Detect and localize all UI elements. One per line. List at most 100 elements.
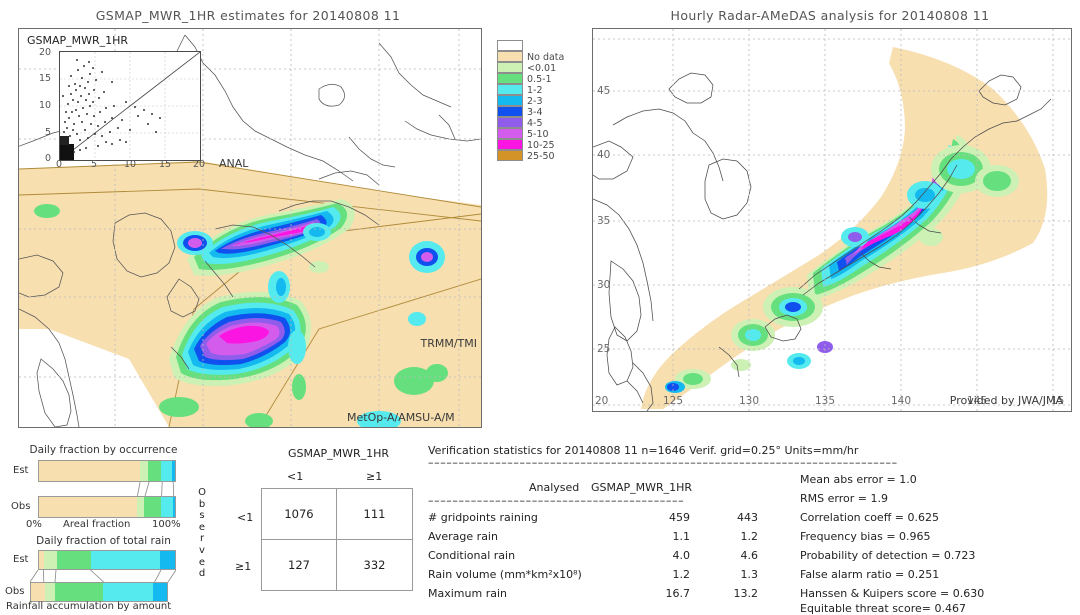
observed-letter: O: [198, 487, 206, 498]
contingency-cell-hit-miss: 1076: [262, 489, 337, 540]
amount-bar-est[interactable]: [38, 550, 176, 570]
right-panel-title: Hourly Radar-AMeDAS analysis for 2014080…: [600, 8, 1060, 23]
colorbar-swatch-0: [497, 40, 523, 51]
colorbar-swatch-8: [497, 128, 523, 139]
amount-bar-obs[interactable]: [30, 582, 168, 602]
colorbar-label-5-10: 5-10: [527, 129, 549, 140]
stat-row-volume-estimate: 1.3: [718, 568, 758, 581]
colorbar-swatch-7: [497, 117, 523, 128]
amount-linker: [30, 570, 176, 582]
bar-segment: [103, 583, 153, 601]
contingency-cell-miss: 127: [262, 540, 337, 591]
lon-tick-130: 130: [739, 395, 759, 407]
rainfall-colorbar[interactable]: No data <0.01 0.5-1 1-2 2-3 3-4 4-5 5-10…: [497, 40, 577, 170]
contingency-table[interactable]: 1076 111 127 332: [261, 488, 413, 591]
lat-tick-20: 20: [595, 395, 608, 407]
inset-scatter-plot[interactable]: [59, 51, 201, 161]
occurrence-bar-obs-label: Obs: [11, 501, 30, 512]
stat-row-conditional-estimate: 4.6: [718, 549, 758, 562]
gsmap-estimate-map[interactable]: GSMAP_MWR_1HR: [18, 28, 482, 428]
occurrence-scale-min: 0%: [26, 519, 42, 530]
colorbar-label-05-1: 0.5-1: [527, 74, 552, 85]
occurrence-chart-title: Daily fraction by occurrence: [6, 444, 201, 456]
inset-ytick-0: 0: [45, 153, 51, 164]
contingency-cell-false-alarm: 111: [337, 489, 412, 540]
inset-xtick-15: 15: [159, 159, 171, 170]
amount-axis-label: Rainfall accumulation by amount: [6, 601, 171, 612]
colorbar-label-lt001: <0.01: [527, 63, 556, 74]
colorbar-swatch-1: [497, 51, 523, 62]
score-mean-abs-error: Mean abs error = 1.0: [800, 473, 917, 486]
observed-letter: e: [199, 557, 205, 568]
inset-xtick-20: 20: [193, 159, 205, 170]
bar-segment: [160, 551, 175, 569]
observed-letter: s: [199, 510, 204, 521]
bar-segment: [137, 497, 144, 517]
stat-row-maximum-estimate: 13.2: [718, 587, 758, 600]
colorbar-label-25-50: 25-50: [527, 151, 555, 162]
lon-tick-140: 140: [891, 395, 911, 407]
colorbar-label-10-25: 10-25: [527, 140, 555, 151]
contingency-title: GSMAP_MWR_1HR: [288, 447, 389, 460]
observed-letter: b: [199, 499, 205, 510]
bar-segment: [144, 497, 160, 517]
left-panel-title: GSMAP_MWR_1HR estimates for 20140808 11: [8, 8, 488, 23]
score-false-alarm-ratio: False alarm ratio = 0.251: [800, 568, 939, 581]
verification-sub-divider: ––––––––––––––––––––––––––––––––––––––––…: [428, 494, 773, 507]
inset-ytick-10: 10: [39, 100, 51, 111]
stat-row-average-estimate: 1.2: [718, 530, 758, 543]
bar-segment: [39, 497, 137, 517]
occurrence-bar-obs[interactable]: [38, 496, 176, 518]
bar-segment: [161, 497, 173, 517]
inset-title: GSMAP_MWR_1HR: [27, 34, 128, 47]
bar-segment: [91, 551, 160, 569]
score-rms-error: RMS error = 1.9: [800, 492, 888, 505]
verification-col-estimate: GSMAP_MWR_1HR: [591, 481, 692, 494]
lat-tick-25: 25: [597, 343, 610, 355]
bar-segment: [140, 461, 149, 481]
colorbar-swatch-6: [497, 106, 523, 117]
observed-letter: d: [199, 568, 205, 579]
score-correlation-coeff: Correlation coeff = 0.625: [800, 511, 939, 524]
occurrence-bar-est-label: Est: [13, 465, 28, 476]
lat-tick-35: 35: [597, 215, 610, 227]
colorbar-swatch-2: [497, 62, 523, 73]
bar-segment: [57, 551, 91, 569]
amount-bar-obs-label: Obs: [5, 586, 24, 597]
observed-letter: v: [199, 545, 205, 556]
stat-row-conditional-label: Conditional rain: [428, 549, 515, 562]
radar-amedas-map[interactable]: 45 40 35 30 25 20 125 130 135 140 145 15…: [592, 28, 1072, 412]
colorbar-label-2-3: 2-3: [527, 96, 543, 107]
bar-segment: [148, 461, 161, 481]
stat-row-gridpoints-estimate: 443: [718, 511, 758, 524]
bar-segment: [55, 583, 103, 601]
bar-segment: [45, 583, 56, 601]
inset-ytick-5: 5: [45, 127, 51, 138]
metop-amsu-tag: MetOp-A/AMSU-A/M: [347, 411, 481, 424]
contingency-col-header-lt1: <1: [287, 470, 303, 483]
contingency-col-header-ge1: ≥1: [366, 470, 382, 483]
stat-row-maximum-analysed: 16.7: [650, 587, 690, 600]
observed-letter: e: [199, 522, 205, 533]
occurrence-bar-est[interactable]: [38, 460, 176, 482]
rainfall-field-right: [593, 29, 1071, 411]
verification-col-analysed: Analysed: [529, 481, 579, 494]
bar-segment: [31, 583, 45, 601]
inset-xaxis-label: ANAL: [219, 157, 248, 170]
score-frequency-bias: Frequency bias = 0.965: [800, 530, 931, 543]
amount-bar-est-label: Est: [13, 554, 28, 565]
verification-divider: ––––––––––––––––––––––––––––––––––––––––…: [428, 456, 1072, 469]
amount-chart-title: Daily fraction of total rain: [6, 535, 201, 547]
score-equitable-threat: Equitable threat score= 0.467: [800, 602, 966, 615]
colorbar-label-3-4: 3-4: [527, 107, 543, 118]
colorbar-swatch-5: [497, 95, 523, 106]
data-credit: Provided by JWA/JMA: [950, 394, 1063, 407]
colorbar-swatch-4: [497, 84, 523, 95]
contingency-row-header-lt1: <1: [237, 511, 253, 524]
stat-row-gridpoints-label: # gridpoints raining: [428, 511, 538, 524]
contingency-row-header-ge1: ≥1: [235, 560, 251, 573]
colorbar-label-1-2: 1-2: [527, 85, 543, 96]
occurrence-scale-max: 100%: [152, 519, 181, 530]
colorbar-label-nodata: No data: [527, 52, 564, 63]
inset-ytick-15: 15: [39, 73, 51, 84]
